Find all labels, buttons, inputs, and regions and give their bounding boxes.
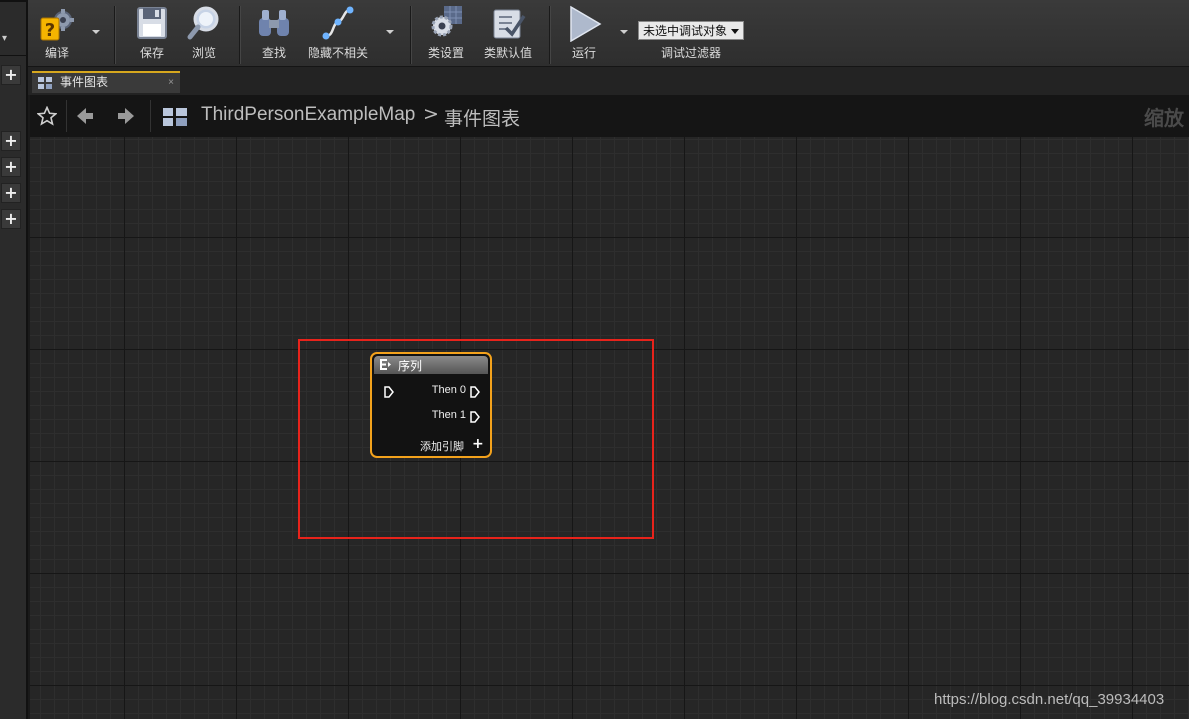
graph-icon (38, 77, 52, 89)
output-pin-label-then-0: Then 0 (431, 384, 466, 396)
run-label: 运行 (571, 46, 596, 60)
tab-label: 事件图表 (60, 75, 109, 89)
breadcrumb-root[interactable]: ThirdPersonExampleMap (201, 104, 415, 126)
debug-object-dropdown[interactable]: 未选中调试对象 (638, 21, 744, 40)
graph-icon (163, 108, 187, 126)
hide-unrelated-button[interactable]: 隐藏不相关 (306, 4, 370, 64)
star-icon[interactable] (37, 106, 57, 126)
add-graph-button[interactable]: + (1, 65, 21, 85)
add-pin-button[interactable]: 添加引脚 (420, 438, 464, 454)
checklist-icon (493, 9, 526, 39)
toolbar-separator (239, 6, 241, 64)
debug-object-value: 未选中调试对象 (643, 24, 728, 38)
hide-unrelated-icon (322, 6, 354, 40)
compile-icon: ? (40, 9, 74, 41)
node-header[interactable]: 序列 (374, 356, 488, 374)
collapse-chevron-icon[interactable]: ▾ (2, 33, 7, 44)
class-settings-label: 类设置 (427, 46, 464, 60)
exec-input-pin-icon[interactable] (384, 386, 394, 398)
sequence-icon (380, 359, 391, 370)
tab-event-graph[interactable]: 事件图表 × (32, 71, 180, 93)
run-options-chevron-icon[interactable] (620, 30, 628, 34)
close-icon[interactable]: × (168, 73, 174, 92)
left-strip-top-edge (0, 0, 26, 2)
toolbar-separator (114, 6, 116, 64)
compile-label: 编译 (44, 46, 69, 60)
save-button[interactable]: 保存 (132, 4, 172, 64)
output-pin-label-then-1: Then 1 (431, 409, 466, 421)
breadcrumb-chevron: > (423, 103, 439, 125)
browse-button[interactable]: 浏览 (184, 4, 224, 64)
watermark-text: https://blog.csdn.net/qq_39934403 (934, 691, 1165, 708)
find-button[interactable]: 查找 (254, 4, 294, 64)
debug-filter-label: 调试过滤器 (660, 46, 721, 60)
run-button[interactable]: 运行 (562, 4, 606, 64)
add-variable-button[interactable]: + (1, 183, 21, 203)
breadcrumb-separator (66, 100, 67, 132)
compile-options-chevron-icon[interactable] (92, 30, 100, 34)
class-defaults-button[interactable]: 类默认值 (480, 4, 536, 64)
class-settings-button[interactable]: 类设置 (426, 4, 466, 64)
browse-label: 浏览 (191, 46, 216, 60)
binoculars-icon (259, 10, 289, 36)
forward-arrow-icon[interactable] (116, 106, 136, 126)
add-dispatcher-button[interactable]: + (1, 209, 21, 229)
floppy-disk-icon (137, 7, 167, 39)
chevron-down-icon (731, 29, 739, 34)
compile-button[interactable]: ? 编译 (36, 4, 78, 64)
add-function-button[interactable]: + (1, 131, 21, 151)
exec-output-pin-icon[interactable] (470, 411, 480, 423)
left-strip-divider (0, 55, 26, 56)
svg-text:?: ? (45, 20, 55, 41)
node-title: 序列 (398, 359, 423, 373)
exec-output-pin-icon[interactable] (470, 386, 480, 398)
toolbar-separator (410, 6, 412, 64)
breadcrumb-current: 事件图表 (444, 109, 521, 130)
zoom-level-label: 缩放 (1144, 108, 1184, 130)
add-pin-plus-icon[interactable]: + (472, 436, 484, 452)
back-arrow-icon[interactable] (75, 106, 95, 126)
document-tab-strip: 事件图表 × (28, 67, 1189, 95)
class-defaults-label: 类默认值 (483, 46, 532, 60)
add-macro-button[interactable]: + (1, 157, 21, 177)
magnifier-icon (187, 6, 219, 40)
graph-breadcrumb-bar: ThirdPersonExampleMap > 事件图表 缩放 (30, 95, 1189, 137)
left-panel-strip: ▾ + + + + + (0, 0, 28, 719)
sequence-node[interactable]: 序列 Then 0 Then 1 添加引脚 + (370, 352, 492, 458)
hide-unrelated-label: 隐藏不相关 (307, 46, 368, 60)
hide-unrelated-options-chevron-icon[interactable] (386, 30, 394, 34)
toolbar-separator (549, 6, 551, 64)
gear-grid-icon (431, 6, 462, 37)
breadcrumb-separator (150, 100, 151, 132)
save-label: 保存 (139, 46, 164, 60)
play-icon (570, 5, 602, 42)
find-label: 查找 (261, 46, 286, 60)
blueprint-toolbar: ? 编译 保存 浏览 查找 隐藏不相关 类设置 类默认值 运行 未选中调试对象 … (28, 0, 1189, 67)
